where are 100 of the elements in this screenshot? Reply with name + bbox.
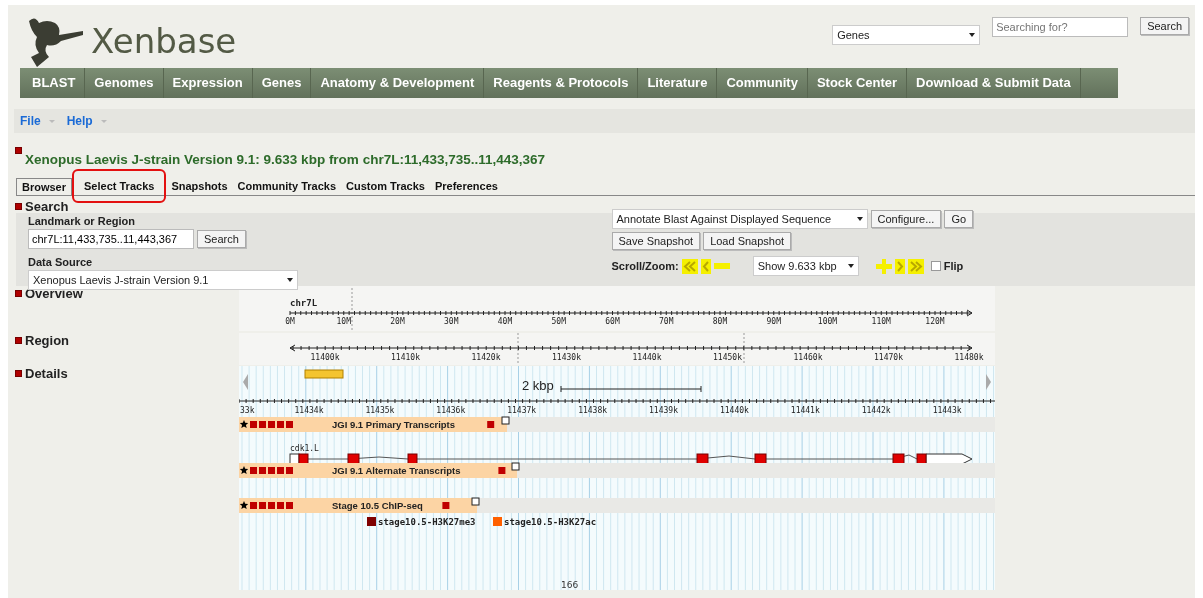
tick-label: 11440k [719, 406, 749, 415]
section-heading: Search [25, 198, 69, 214]
collapse-icon[interactable] [15, 202, 22, 210]
dropdown-arrow-icon [969, 33, 976, 37]
gene-label: cdk1.L [290, 444, 319, 453]
tick-label: 11450k [713, 353, 742, 362]
tick-label: 11480k [954, 353, 984, 362]
right-chevron-icon[interactable] [894, 258, 905, 274]
category-dropdown[interactable]: Genes [832, 25, 981, 45]
tick-label: 33k [240, 406, 255, 415]
popout-icon[interactable] [501, 416, 510, 425]
track-title: JGI 9.1 Primary Transcripts [332, 419, 456, 430]
double-right-chevron-icon[interactable] [907, 258, 924, 274]
tick-label: 11460k [793, 353, 823, 362]
tick-label: 90M [766, 317, 781, 326]
page-title: Xenopus Laevis J-strain Version 9.1: 9.633 kbp from chr7L:11,433,735..11,443,367 [25, 152, 546, 167]
search-field[interactable]: Searching for? [992, 17, 1129, 37]
left-chevron-icon[interactable] [700, 258, 711, 274]
load-snapshot-button[interactable]: Load Snapshot [703, 232, 792, 250]
nav-link[interactable]: Reagents & Protocols [484, 68, 639, 98]
nav-link[interactable]: Literature [638, 68, 718, 98]
track-tools-drawing[interactable] [239, 466, 293, 474]
tick-label: 30M [444, 317, 459, 326]
tick-label: 11434k [294, 406, 324, 415]
chromosome-label: chr7L [290, 298, 318, 308]
scroll-left-arrow-icon[interactable] [243, 374, 248, 390]
checkbox-label: Flip [943, 260, 964, 272]
help-icon[interactable] [442, 502, 450, 509]
scroll-zoom-label: Scroll/Zoom: [611, 260, 679, 272]
dropdown-arrow-icon [48, 119, 55, 123]
tick-label: 11437k [507, 406, 537, 415]
nav-link[interactable]: Genes [252, 68, 312, 98]
tab[interactable]: Select Tracks [72, 169, 167, 203]
menu-item[interactable]: Help [66, 114, 107, 128]
tick-label: 11400k [310, 353, 340, 362]
landmark-field[interactable]: chr7L:11,433,735..11,443,367 [28, 229, 194, 249]
nav-link[interactable]: Expression [163, 68, 253, 98]
position-marker-line [351, 287, 353, 331]
tick-label: 120M [925, 317, 945, 326]
legend-label: stage10.5-H3K27ac [504, 517, 597, 527]
track-tools-drawing[interactable] [239, 501, 293, 509]
tick-label: 11436k [436, 406, 466, 415]
track-tools-drawing[interactable] [239, 420, 293, 428]
nav-link[interactable]: Download & Submit Data [907, 68, 1081, 98]
dropdown-arrow-icon [100, 119, 107, 123]
zoom-dropdown[interactable]: Show 9.633 kbp [752, 256, 859, 276]
double-left-chevron-icon[interactable] [681, 258, 698, 274]
tick-label: 11420k [471, 353, 501, 362]
dropdown-arrow-icon [856, 217, 863, 221]
dropdown-arrow-icon [847, 264, 854, 268]
help-icon[interactable] [487, 421, 495, 428]
tick-label: 11443k [932, 406, 962, 415]
tick-label: 10M [336, 317, 351, 326]
nav-link[interactable]: Community [717, 68, 808, 98]
scroll-right-arrow-icon[interactable] [986, 374, 991, 390]
gene-model-drawing[interactable] [289, 453, 973, 465]
tab[interactable]: Custom Tracks [341, 178, 430, 194]
tick-label: 60M [605, 317, 620, 326]
go-button[interactable]: Go [944, 210, 974, 228]
data-source-dropdown[interactable]: Xenopus Laevis J-strain Version 9.1 [28, 270, 298, 290]
tick-label: 11430k [552, 353, 581, 362]
tab[interactable]: Browser [16, 177, 73, 195]
nav-link[interactable]: Anatomy & Development [311, 68, 485, 98]
flip-checkbox[interactable] [930, 261, 941, 271]
menu-item[interactable]: File [20, 114, 55, 128]
section-heading: Details [25, 366, 68, 381]
tick-label: 50M [551, 317, 566, 326]
tick-label: 11440k [632, 353, 662, 362]
tick-label: 11441k [790, 406, 820, 415]
popout-icon[interactable] [511, 462, 520, 471]
tick-label: 0M [285, 317, 295, 326]
section-heading: Region [25, 333, 70, 348]
tick-label: 11438k [578, 406, 608, 415]
track-title: JGI 9.1 Alternate Transcripts [332, 465, 461, 476]
popout-icon[interactable] [471, 497, 480, 506]
tab[interactable]: Preferences [429, 178, 503, 194]
tab[interactable]: Community Tracks [232, 178, 342, 194]
tick-label: 11442k [861, 406, 891, 415]
annotate-dropdown[interactable]: Annotate Blast Against Displayed Sequence [611, 209, 868, 229]
field-label: Data Source [28, 256, 94, 268]
search-button[interactable]: Search [1140, 17, 1189, 35]
tick-label: 80M [712, 317, 728, 326]
help-icon[interactable] [498, 467, 506, 474]
tick-label: 11470k [874, 353, 903, 362]
dropdown-arrow-icon [287, 278, 293, 282]
viewport-marker[interactable] [304, 369, 344, 379]
nav-link[interactable]: Genomes [85, 68, 164, 98]
configure-button[interactable]: Configure... [870, 210, 942, 228]
tab[interactable]: Snapshots [166, 178, 233, 194]
tick-label: 11410k [391, 353, 420, 362]
tick-label: 100M [817, 317, 838, 326]
search-button[interactable]: Search [197, 230, 246, 248]
nav-link[interactable]: BLAST [20, 68, 86, 98]
tick-label: 11435k [365, 406, 395, 415]
axis-label: 166 [561, 580, 579, 590]
scale-label: 2 kbp [522, 378, 554, 393]
position-marker-line [743, 333, 745, 365]
legend-label: stage10.5-H3K27me3 [378, 517, 476, 527]
nav-link[interactable]: Stock Center [807, 68, 908, 98]
save-snapshot-button[interactable]: Save Snapshot [611, 232, 701, 250]
